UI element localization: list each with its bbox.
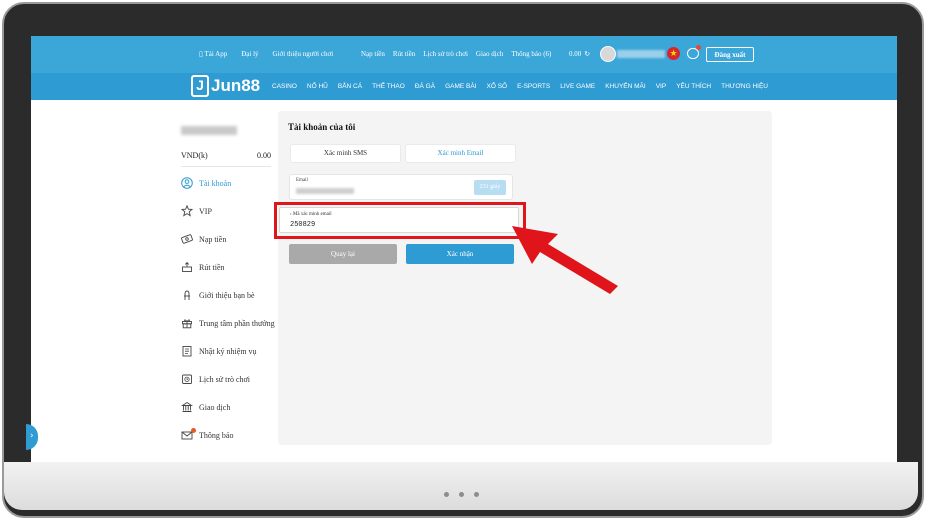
sidebar-item-transactions[interactable]: Giao dịch	[181, 401, 230, 413]
sidebar-item-withdraw[interactable]: Rút tiền	[181, 261, 225, 273]
avatar[interactable]	[600, 46, 616, 62]
top-action-transactions[interactable]: Giao dịch	[476, 50, 503, 58]
highlight-box	[274, 202, 526, 239]
top-action-notifications[interactable]: Thông báo (6)	[511, 50, 551, 58]
transaction-icon	[181, 401, 193, 413]
nav-item-fishing[interactable]: BẮN CÁ	[338, 83, 362, 90]
nav-item-card-games[interactable]: GAME BÀI	[445, 83, 476, 90]
top-action-withdraw[interactable]: Rút tiền	[393, 50, 415, 58]
sidebar-balance: VND(k) 0.00	[181, 151, 271, 160]
nav-item-promotions[interactable]: KHUYẾN MÃI	[605, 83, 645, 90]
task-log-icon	[181, 345, 193, 357]
nav-item-esports[interactable]: E-SPORTS	[517, 83, 550, 90]
header-balance: 0.00 ↻	[569, 50, 590, 58]
panel-title: Tài khoản của tôi	[288, 122, 356, 132]
top-link-app[interactable]: ▯ Tải App	[199, 50, 227, 58]
browser-screen: ▯ Tải App Đại lý Giới thiệu người chơi N…	[31, 36, 897, 462]
nav-item-favorites[interactable]: YÊU THÍCH	[676, 83, 711, 90]
sidebar-item-notifications[interactable]: Thông báo	[181, 428, 234, 441]
nav-item-brands[interactable]: THƯƠNG HIỆU	[721, 83, 768, 90]
logo[interactable]: J Jun88	[191, 75, 260, 97]
withdraw-icon	[181, 261, 193, 273]
refresh-icon[interactable]: ↻	[584, 50, 590, 58]
email-field[interactable]: Email 231 giây	[289, 174, 513, 200]
history-icon	[181, 373, 193, 385]
sidebar-item-label: Nhật ký nhiệm vụ	[199, 346, 257, 356]
sidebar-item-label: Trung tâm phần thưởng	[199, 318, 275, 328]
balance-value: 0.00	[569, 50, 582, 58]
top-actions: Nạp tiền Rút tiền Lịch sử trò chơi Giao …	[361, 50, 551, 58]
confirm-button[interactable]: Xác nhận	[406, 244, 514, 264]
logout-button[interactable]: Đăng xuất	[706, 47, 754, 62]
sidebar-item-label: Giới thiệu bạn bè	[199, 290, 255, 300]
main-nav: J Jun88 CASINO NỔ HŨ BẮN CÁ THỂ THAO ĐÁ …	[31, 73, 897, 100]
sidebar-item-label: Nạp tiền	[199, 234, 227, 244]
username-redacted	[617, 50, 665, 58]
email-value-redacted	[296, 188, 354, 194]
sidebar-item-referral[interactable]: Giới thiệu bạn bè	[181, 289, 255, 301]
top-action-history[interactable]: Lịch sử trò chơi	[423, 50, 468, 58]
top-link-referral[interactable]: Giới thiệu người chơi	[273, 50, 334, 58]
sidebar-item-label: Thông báo	[199, 430, 234, 440]
sidebar-item-label: Lịch sử trò chơi	[199, 374, 250, 384]
gift-icon	[181, 317, 193, 329]
sidebar-item-label: Rút tiền	[199, 262, 225, 272]
sidebar-item-label: VIP	[199, 206, 212, 216]
resend-countdown-button[interactable]: 231 giây	[474, 180, 506, 195]
sidebar-divider	[181, 166, 271, 167]
chevron-right-icon: ›	[30, 431, 34, 441]
red-arrow-icon	[512, 226, 618, 294]
sidebar-item-deposit[interactable]: Nạp tiền	[181, 233, 226, 245]
notification-dot	[191, 428, 196, 433]
sidebar-item-account[interactable]: Tài khoản	[181, 177, 231, 189]
vietnam-flag-icon[interactable]: ★	[667, 47, 680, 60]
mail-icon	[181, 428, 196, 441]
tab-email-verification[interactable]: Xác minh Email	[405, 144, 516, 163]
deposit-icon	[181, 233, 193, 245]
logo-mark: J	[191, 75, 209, 97]
sidebar-username-redacted	[181, 126, 237, 135]
chin-dot	[444, 492, 449, 497]
sidebar-item-task-log[interactable]: Nhật ký nhiệm vụ	[181, 345, 257, 357]
top-links: ▯ Tải App Đại lý Giới thiệu người chơi	[199, 50, 333, 58]
nav-item-lottery[interactable]: XỔ SỐ	[487, 83, 508, 90]
monitor-chin	[4, 462, 918, 510]
referral-icon	[181, 289, 193, 301]
sidebar-item-vip[interactable]: VIP	[181, 205, 212, 217]
tab-sms-verification[interactable]: Xác minh SMS	[290, 144, 401, 163]
nav-item-slots[interactable]: NỔ HŨ	[307, 83, 328, 90]
chin-dot	[474, 492, 479, 497]
sidebar-item-rewards[interactable]: Trung tâm phần thưởng	[181, 317, 275, 329]
sidebar-amount: 0.00	[257, 151, 271, 160]
email-label: Email	[296, 178, 308, 183]
sidebar-item-label: Tài khoản	[199, 178, 232, 188]
user-icon	[181, 177, 193, 189]
top-link-agent[interactable]: Đại lý	[241, 50, 258, 58]
top-link-app-label: Tải App	[204, 50, 228, 58]
monitor-dots	[444, 492, 479, 497]
nav-item-sports[interactable]: THỂ THAO	[372, 83, 405, 90]
sidebar-item-label: Giao dịch	[199, 402, 231, 412]
verification-tabs: Xác minh SMS Xác minh Email	[290, 144, 516, 163]
nav-item-casino[interactable]: CASINO	[272, 83, 297, 90]
top-action-deposit[interactable]: Nạp tiền	[361, 50, 385, 58]
nav-item-live-game[interactable]: LIVE GAME	[560, 83, 595, 90]
nav-item-cockfight[interactable]: ĐÁ GÀ	[415, 83, 435, 90]
vip-icon	[181, 205, 193, 217]
sidebar-currency: VND(k)	[181, 151, 208, 160]
nav-item-vip[interactable]: VIP	[656, 83, 666, 90]
sidebar-item-game-history[interactable]: Lịch sử trò chơi	[181, 373, 250, 385]
chat-badge	[696, 45, 701, 50]
logo-text: Jun88	[211, 76, 261, 95]
nav-items: CASINO NỔ HŨ BẮN CÁ THỂ THAO ĐÁ GÀ GAME …	[272, 83, 768, 90]
top-header: ▯ Tải App Đại lý Giới thiệu người chơi N…	[31, 36, 897, 73]
chin-dot	[459, 492, 464, 497]
back-button[interactable]: Quay lại	[289, 244, 397, 264]
